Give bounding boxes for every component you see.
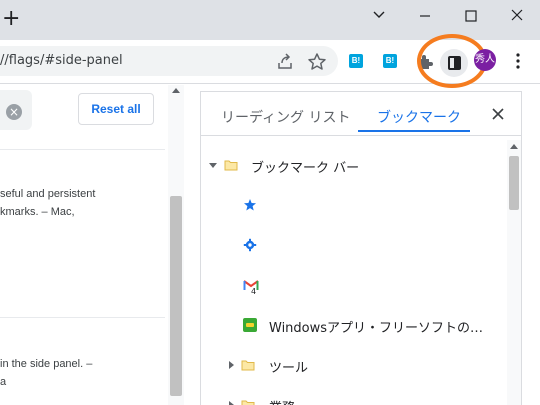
- flag-description-line: in the side panel. –: [0, 358, 93, 370]
- hatena-bookmark-extension-icon[interactable]: B!: [349, 54, 363, 68]
- hatena-bookmark-comment-extension-icon[interactable]: B!: [383, 54, 397, 68]
- maximize-icon[interactable]: [456, 6, 486, 26]
- reset-all-button[interactable]: Reset all: [78, 93, 154, 125]
- bookmark-label: 業務: [269, 397, 295, 405]
- close-window-icon[interactable]: [502, 6, 532, 26]
- bookmark-row[interactable]: [201, 185, 501, 225]
- more-menu-icon[interactable]: [508, 51, 528, 71]
- flag-description-line: a: [0, 376, 7, 388]
- expand-caret-icon[interactable]: [229, 401, 234, 405]
- gmail-badge: 4: [251, 287, 257, 296]
- close-side-panel-icon[interactable]: [489, 105, 507, 123]
- new-tab-button[interactable]: +: [2, 8, 24, 31]
- page-scrollbar-thumb[interactable]: [170, 196, 182, 396]
- tab-reading-list[interactable]: リーディング リスト: [221, 107, 350, 127]
- bookmark-row[interactable]: [201, 225, 501, 265]
- divider: [201, 135, 521, 136]
- green-site-favicon-icon: [243, 318, 257, 332]
- tab-search-icon[interactable]: [364, 6, 394, 26]
- flags-page: × Reset all seful and persistent kmarks.…: [0, 85, 186, 405]
- share-icon[interactable]: [274, 51, 296, 73]
- clear-search-icon[interactable]: ×: [6, 104, 22, 120]
- bookmark-label: Windowsアプリ・フリーソフトの…: [269, 321, 484, 336]
- minimize-icon[interactable]: [410, 6, 440, 26]
- active-tab-indicator: [358, 130, 470, 132]
- bookmark-label: ツール: [269, 361, 309, 376]
- profile-avatar[interactable]: 秀人: [474, 49, 496, 71]
- browser-window: + //flags/#side-panel B! B! 秀人 × Reset a…: [0, 0, 540, 405]
- flag-description-line: seful and persistent: [0, 188, 96, 200]
- expand-caret-icon[interactable]: [209, 163, 217, 168]
- bookmark-row[interactable]: Windowsアプリ・フリーソフトの…: [201, 305, 501, 345]
- url-text[interactable]: //flags/#side-panel: [0, 53, 123, 68]
- divider: [0, 317, 165, 318]
- bookmark-folder-row[interactable]: ブックマーク バー: [201, 145, 501, 185]
- bookmark-star-icon[interactable]: [306, 51, 328, 73]
- scroll-up-arrow-icon[interactable]: [510, 144, 518, 149]
- bookmark-row[interactable]: 4: [201, 265, 501, 305]
- bookmark-folder-row[interactable]: ツール: [201, 345, 501, 385]
- folder-icon: [241, 400, 255, 405]
- expand-caret-icon[interactable]: [229, 361, 234, 369]
- bookmark-folder-row[interactable]: 業務: [201, 385, 501, 405]
- side-panel: リーディング リスト ブックマーク ブックマーク バー 4 Windowsアプリ…: [200, 91, 522, 405]
- scroll-up-arrow-icon[interactable]: [172, 88, 180, 93]
- star-favicon-icon: [244, 199, 256, 211]
- side-panel-resize-gap: [186, 85, 200, 405]
- divider: [0, 149, 165, 150]
- flags-search-field[interactable]: ×: [0, 90, 32, 130]
- side-panel-scrollbar-thumb[interactable]: [509, 156, 519, 210]
- folder-icon: [224, 160, 238, 171]
- bookmark-label: ブックマーク バー: [251, 161, 360, 176]
- flag-description-line: kmarks. – Mac,: [0, 206, 75, 218]
- tab-bookmarks[interactable]: ブックマーク: [377, 107, 461, 127]
- gear-favicon-icon: [243, 238, 257, 252]
- folder-icon: [241, 360, 255, 371]
